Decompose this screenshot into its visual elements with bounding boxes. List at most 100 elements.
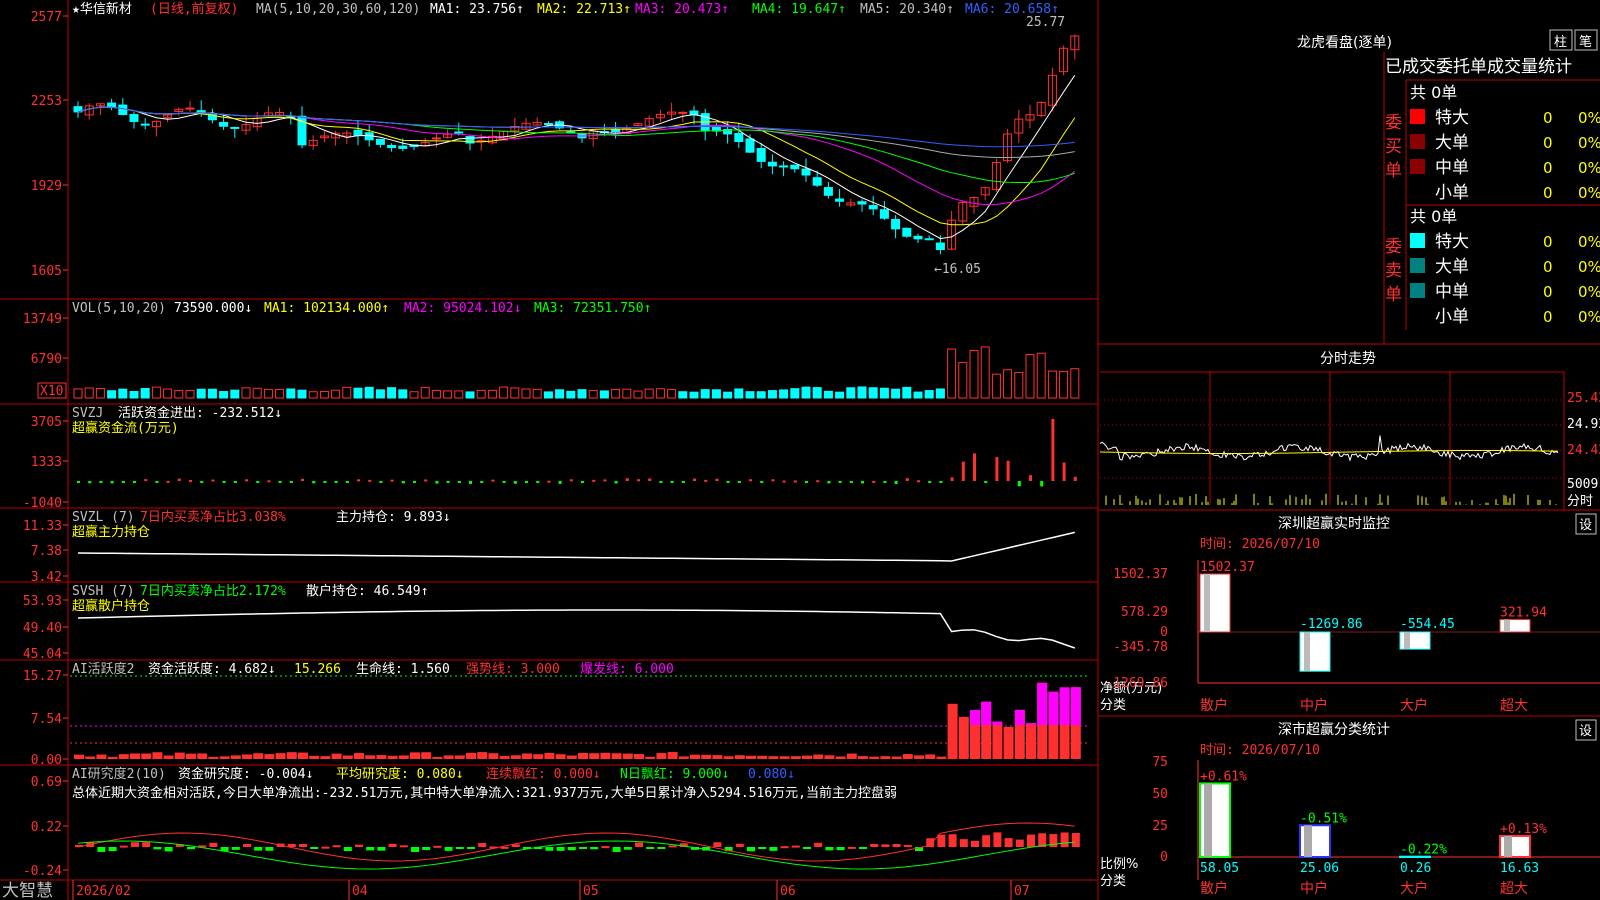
row-count: 0 [1543,184,1553,202]
research-bar [825,847,834,851]
buy-rows: 特大 0 0% 大单 0 0% 中单 0 0% 小单 0 0% [1410,108,1600,203]
volume-bar [902,386,912,399]
volume-bar [151,386,161,399]
activity-bar [410,752,420,759]
chart-canvas[interactable]: 2577 2253 1929 1605 13749 6790 3705 1333 -1040 11… [0,0,1600,900]
y-tick-label: 53.93 [23,594,62,609]
activity-bar-top [992,721,1003,725]
flow-bar [614,481,618,484]
volume-bar [1047,370,1057,399]
volume-bar [1059,370,1069,399]
volume-bar [1036,352,1046,399]
volume-bar [286,388,296,399]
activity-bar [253,753,264,759]
high-mark: 25.77 [1026,15,1065,30]
activity-bar [779,756,790,759]
intraday-tick: 24.92 [1567,417,1600,432]
candle-body [431,137,441,140]
monitor-time: 时间: 2026/07/10 [1200,537,1320,552]
vol-label: VOL(5,10,20) [72,301,166,316]
y-tick-label: 1605 [31,264,62,279]
flow-bar [245,479,248,482]
row-count: 0 [1543,159,1553,177]
volume-bar [812,387,822,399]
research-bar [310,847,319,849]
candle-body [790,164,800,170]
monitor-bar-value: -1269.86 [1300,617,1363,632]
tab-bi-label: 笔 [1579,34,1592,50]
volume-bar [835,391,845,399]
volume-bar [443,390,453,399]
activity-bar [947,703,958,759]
research-bar [769,847,778,851]
volume-bar [633,390,643,399]
research-bar [388,843,397,847]
candle-body [611,128,621,133]
ma5-value: MA5: 20.340↑ [860,2,954,17]
volume-bar [129,390,139,399]
volume-bar [342,386,352,399]
activity-bar [768,756,779,759]
activity-bar-top [1059,687,1070,725]
row-count: 0 [1543,258,1553,276]
volume-bar [107,390,117,399]
chart-mode[interactable]: (日线,前复权) [150,1,238,17]
volume-bar [174,389,184,399]
candle-body [879,209,889,219]
research-bar [1004,838,1013,847]
flow-bar [457,481,461,483]
activity-bar [130,753,140,759]
activity-bar [365,755,376,759]
monitor-bar-shade [1404,632,1410,650]
flow-bar [536,481,540,483]
volume-bar [487,389,497,399]
flow-bar [1017,481,1021,487]
monitor-category: 散户 [1200,697,1228,714]
research-bar [937,834,946,847]
research-bar [646,847,655,849]
flow-bar [513,481,517,484]
ai2-v2: 15.266 [294,662,341,677]
activity-bar [387,755,398,759]
flow-bar [368,479,372,482]
activity-bar [163,755,174,759]
flow-bar [849,481,853,483]
y-tick-label: 3705 [31,415,62,430]
app-logo[interactable]: 大智慧 [2,881,53,900]
research-bar [265,847,274,851]
stat-chart: 75 50 25 0 +0.61% 58.05 散户 -0.51% 25.06 中户 -0.22% 0… [1152,755,1600,897]
flow-bar [424,479,428,482]
buy-total: 共 0单 [1410,83,1457,102]
monitor-y-tick: 1502.37 [1113,567,1168,582]
stat-ylabel: 比例% [1100,857,1138,872]
flow-bar [289,481,293,483]
volume-bar [1025,353,1035,399]
flow-bar [413,481,416,483]
research-bar [870,843,879,847]
candle-body [398,145,408,149]
activity-bar [914,755,924,759]
activity-bar [174,752,185,759]
flow-bar [1029,475,1032,481]
research-bar [612,847,621,852]
volume-bar [611,388,621,399]
flow-bar [883,481,887,483]
activity-bar [544,752,555,759]
svsh-line [77,609,1076,649]
volume-bar [555,389,565,399]
stat-xlabel: 分类 [1100,874,1126,889]
flow-bar [323,481,327,483]
flow-bar [973,453,976,481]
candle-body [835,198,845,202]
stat-y-tick: 25 [1152,819,1168,834]
activity-bar [264,754,275,759]
air-v4: N日飘红: 9.000↓ [620,766,729,782]
activity-bar-top [1037,682,1048,725]
research-bar [153,847,162,850]
activity-bar [118,754,129,759]
research-bar [758,847,767,849]
volume-bar [913,391,923,399]
flow-bar [177,478,181,481]
monitor-xlabel: 分类 [1100,698,1126,713]
row-pct: 0% [1578,308,1600,326]
